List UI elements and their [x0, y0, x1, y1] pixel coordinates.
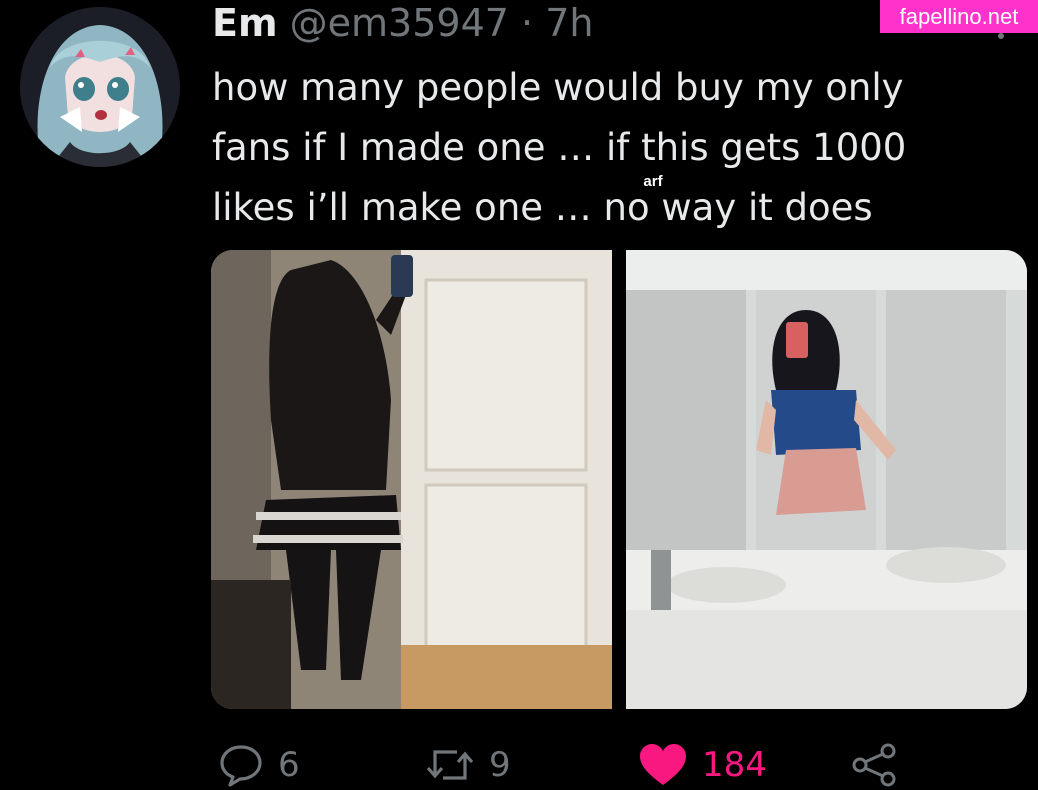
avatar[interactable]	[20, 7, 180, 167]
watermark: fapellino.net	[880, 0, 1038, 33]
author-handle[interactable]: @em35947	[290, 1, 509, 45]
photo-left[interactable]	[211, 250, 612, 709]
share-icon	[850, 742, 898, 788]
tweet-text: how many people would buy my only fans i…	[212, 66, 907, 229]
retweet-button[interactable]: 9	[425, 740, 511, 790]
tweet-time[interactable]: 7h	[545, 1, 593, 45]
header-separator: ·	[521, 1, 534, 45]
reply-count: 6	[278, 745, 300, 785]
retweet-icon	[425, 742, 475, 788]
more-icon[interactable]	[998, 33, 1004, 39]
tweet-header: Em @em35947 · 7h	[212, 0, 593, 46]
share-button[interactable]	[850, 740, 898, 790]
reply-icon	[218, 742, 264, 788]
reply-button[interactable]: 6	[218, 740, 300, 790]
retweet-count: 9	[489, 745, 511, 785]
tweet-media[interactable]	[211, 250, 1027, 709]
tweet-actions: 6 9 184	[0, 740, 1038, 790]
like-button[interactable]: 184	[638, 740, 767, 790]
photo-right[interactable]	[626, 250, 1027, 709]
author-name[interactable]: Em	[212, 1, 278, 45]
media-sticker: arf	[636, 171, 670, 193]
heart-icon	[638, 742, 688, 788]
like-count: 184	[702, 745, 767, 785]
